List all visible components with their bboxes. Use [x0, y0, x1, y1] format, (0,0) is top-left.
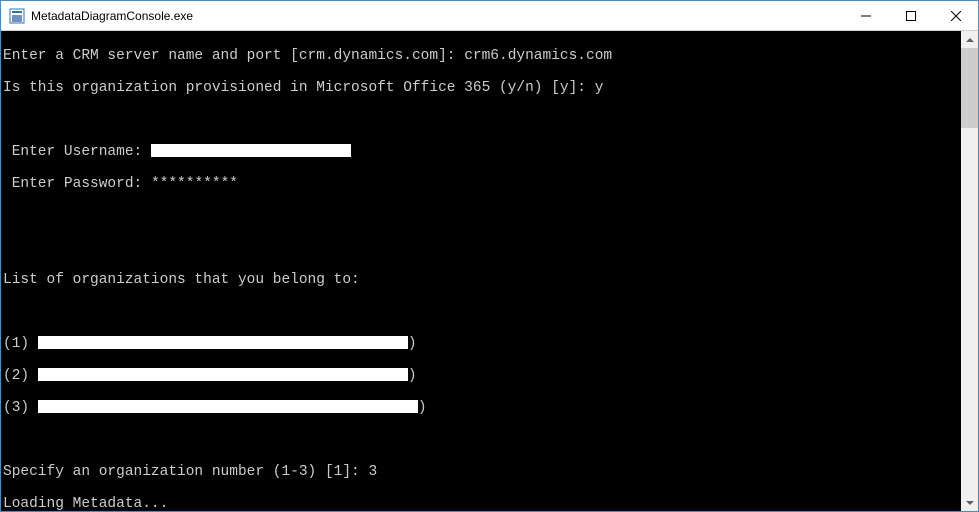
- content-area: Enter a CRM server name and port [crm.dy…: [1, 31, 978, 511]
- org-suffix: ): [408, 336, 417, 352]
- console-line: (1) ): [3, 336, 957, 352]
- console-line: [3, 208, 957, 224]
- org-suffix: ): [408, 368, 417, 384]
- redacted-username: [151, 144, 351, 157]
- scroll-down-button[interactable]: [961, 494, 978, 511]
- prompt-text: Enter a CRM server name and port [crm.dy…: [3, 48, 464, 64]
- status-text: Loading Metadata...: [3, 496, 168, 511]
- prompt-text: Is this organization provisioned in Micr…: [3, 80, 595, 96]
- scroll-thumb[interactable]: [961, 48, 978, 128]
- org-suffix: ): [418, 400, 427, 416]
- scroll-up-button[interactable]: [961, 31, 978, 48]
- input-value: crm6.dynamics.com: [464, 48, 612, 64]
- window-controls: [843, 1, 978, 30]
- console-line: [3, 432, 957, 448]
- org-prefix: (2): [3, 368, 38, 384]
- redacted-org: [38, 336, 408, 349]
- redacted-org: [38, 368, 408, 381]
- console-line: Is this organization provisioned in Micr…: [3, 80, 957, 96]
- window-frame: MetadataDiagramConsole.exe Enter a CRM s…: [0, 0, 979, 512]
- console-line: [3, 304, 957, 320]
- scroll-track[interactable]: [961, 48, 978, 494]
- console-line: List of organizations that you belong to…: [3, 272, 957, 288]
- console-line: Enter a CRM server name and port [crm.dy…: [3, 48, 957, 64]
- prompt-text: Specify an organization number (1-3) [1]…: [3, 464, 368, 480]
- redacted-org: [38, 400, 418, 413]
- input-value: **********: [151, 176, 238, 192]
- app-icon: [9, 8, 25, 24]
- org-prefix: (3): [3, 400, 38, 416]
- console-line: [3, 112, 957, 128]
- org-list-header: List of organizations that you belong to…: [3, 272, 360, 288]
- console-line: (3) ): [3, 400, 957, 416]
- prompt-text: Enter Password:: [3, 176, 151, 192]
- console-line: [3, 240, 957, 256]
- input-value: y: [595, 80, 604, 96]
- console-line: (2) ): [3, 368, 957, 384]
- console-output[interactable]: Enter a CRM server name and port [crm.dy…: [1, 31, 961, 511]
- vertical-scrollbar[interactable]: [961, 31, 978, 511]
- close-button[interactable]: [933, 1, 978, 30]
- console-line: Enter Username:: [3, 144, 957, 160]
- minimize-button[interactable]: [843, 1, 888, 30]
- console-line: Enter Password: **********: [3, 176, 957, 192]
- input-value: 3: [368, 464, 377, 480]
- prompt-text: Enter Username:: [3, 144, 151, 160]
- window-title: MetadataDiagramConsole.exe: [31, 9, 843, 23]
- org-prefix: (1): [3, 336, 38, 352]
- maximize-button[interactable]: [888, 1, 933, 30]
- console-line: Loading Metadata...: [3, 496, 957, 511]
- console-line: Specify an organization number (1-3) [1]…: [3, 464, 957, 480]
- titlebar[interactable]: MetadataDiagramConsole.exe: [1, 1, 978, 31]
